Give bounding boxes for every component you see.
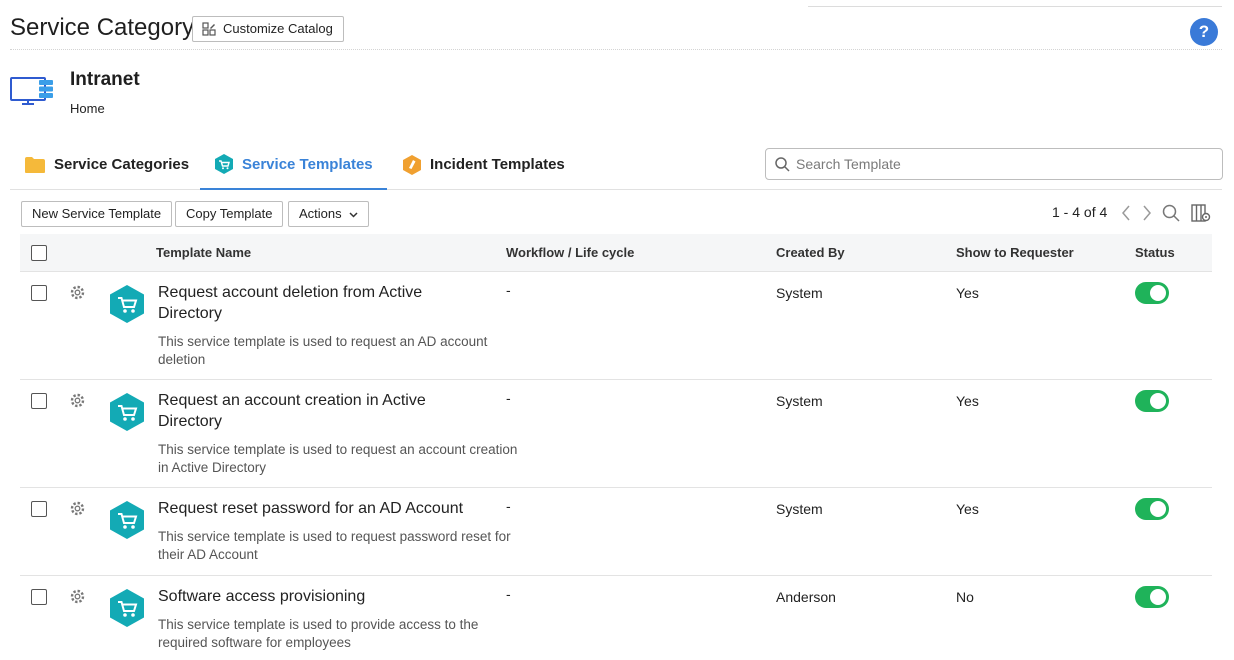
template-name[interactable]: Request reset password for an AD Account — [158, 498, 518, 519]
template-description: This service template is used to provide… — [158, 617, 479, 650]
toggle-knob — [1150, 393, 1166, 409]
customize-catalog-label: Customize Catalog — [223, 21, 333, 36]
category-name: Intranet — [70, 69, 140, 90]
search-input[interactable] — [796, 153, 1216, 175]
show-to-requester-value: No — [956, 589, 974, 605]
workflow-value: - — [506, 390, 511, 406]
gear-icon[interactable] — [69, 284, 86, 301]
actions-label: Actions — [299, 206, 342, 221]
service-template-icon — [110, 589, 144, 627]
chevron-right-icon[interactable] — [1141, 204, 1153, 222]
customize-icon — [202, 22, 216, 36]
workflow-value: - — [506, 282, 511, 298]
tab-label: Service Templates — [242, 155, 373, 173]
copy-template-button[interactable]: Copy Template — [175, 201, 284, 227]
created-by-value: System — [776, 393, 823, 409]
incident-template-icon — [403, 154, 421, 175]
row-checkbox[interactable] — [31, 285, 47, 301]
tab-service-categories[interactable]: Service Categories — [10, 140, 203, 189]
gear-icon[interactable] — [69, 588, 86, 605]
toggle-knob — [1150, 285, 1166, 301]
column-workflow[interactable]: Workflow / Life cycle — [506, 245, 634, 260]
service-template-icon — [110, 285, 144, 323]
show-to-requester-value: Yes — [956, 285, 979, 301]
workflow-value: - — [506, 586, 511, 602]
created-by-value: System — [776, 285, 823, 301]
customize-catalog-button[interactable]: Customize Catalog — [192, 16, 344, 42]
help-icon[interactable]: ? — [1190, 18, 1218, 46]
status-toggle[interactable] — [1135, 390, 1169, 412]
row-checkbox[interactable] — [31, 393, 47, 409]
row-checkbox[interactable] — [31, 589, 47, 605]
template-description: This service template is used to request… — [158, 529, 511, 562]
toggle-knob — [1150, 501, 1166, 517]
toggle-knob — [1150, 589, 1166, 605]
show-to-requester-value: Yes — [956, 393, 979, 409]
tab-label: Incident Templates — [430, 156, 565, 173]
template-name[interactable]: Request an account creation in Active Di… — [158, 390, 458, 432]
gear-icon[interactable] — [69, 500, 86, 517]
service-template-icon — [110, 393, 144, 431]
tab-incident-templates[interactable]: Incident Templates — [388, 140, 579, 189]
created-by-value: Anderson — [776, 589, 836, 605]
table-row: Software access provisioning This servic… — [20, 576, 1212, 660]
column-created-by[interactable]: Created By — [776, 245, 845, 260]
tab-service-templates[interactable]: Service Templates — [200, 140, 387, 190]
show-to-requester-value: Yes — [956, 501, 979, 517]
template-description: This service template is used to request… — [158, 334, 488, 367]
pagination-range: 1 - 4 of 4 — [1052, 204, 1108, 220]
table-row: Request reset password for an AD Account… — [20, 488, 1212, 576]
status-toggle[interactable] — [1135, 282, 1169, 304]
template-name[interactable]: Request account deletion from Active Dir… — [158, 282, 458, 324]
chevron-down-icon — [349, 212, 358, 218]
select-all-checkbox[interactable] — [31, 245, 47, 261]
column-show-to-requester[interactable]: Show to Requester — [956, 245, 1074, 260]
table-search-icon[interactable] — [1162, 204, 1180, 222]
gear-icon[interactable] — [69, 392, 86, 409]
search-template-box[interactable] — [765, 148, 1223, 180]
page-header: Service Category Customize Catalog ? — [10, 12, 1222, 50]
service-template-icon — [215, 154, 233, 174]
status-toggle[interactable] — [1135, 586, 1169, 608]
column-template-name[interactable]: Template Name — [156, 245, 251, 260]
template-name[interactable]: Software access provisioning — [158, 586, 518, 607]
actions-dropdown-button[interactable]: Actions — [288, 201, 370, 227]
service-template-icon — [110, 501, 144, 539]
search-icon — [775, 157, 790, 172]
table-row: Request an account creation in Active Di… — [20, 380, 1212, 488]
column-settings-icon[interactable] — [1191, 204, 1211, 222]
workflow-value: - — [506, 498, 511, 514]
created-by-value: System — [776, 501, 823, 517]
table-row: Request account deletion from Active Dir… — [20, 272, 1212, 380]
page-title: Service Category — [10, 14, 195, 41]
tab-label: Service Categories — [54, 156, 190, 173]
intranet-category-icon — [10, 77, 53, 105]
column-status[interactable]: Status — [1135, 245, 1175, 260]
new-service-template-button[interactable]: New Service Template — [21, 201, 173, 227]
status-toggle[interactable] — [1135, 498, 1169, 520]
row-checkbox[interactable] — [31, 501, 47, 517]
table-header: Template Name Workflow / Life cycle Crea… — [20, 234, 1212, 272]
template-description: This service template is used to request… — [158, 442, 518, 475]
chevron-left-icon[interactable] — [1120, 204, 1132, 222]
breadcrumb[interactable]: Home — [70, 101, 105, 116]
folder-icon — [25, 156, 45, 173]
top-divider — [808, 6, 1222, 7]
